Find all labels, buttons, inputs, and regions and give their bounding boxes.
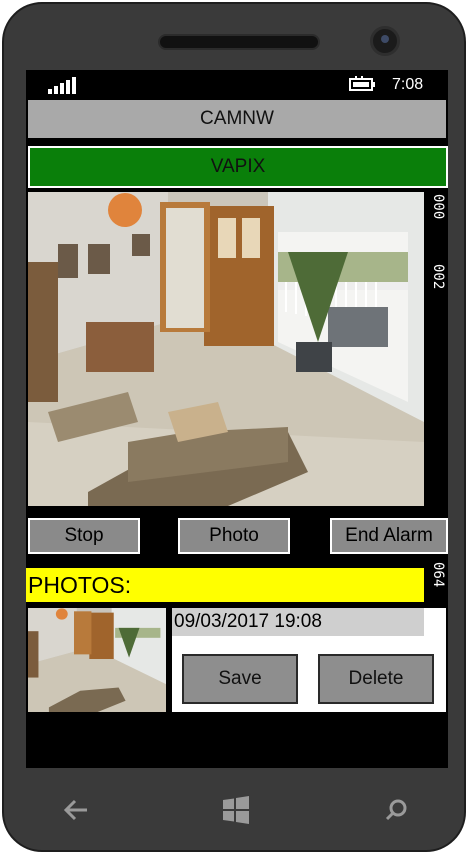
feed-tick-top: 000	[430, 194, 446, 220]
stop-button[interactable]: Stop	[28, 518, 140, 554]
photo-button[interactable]: Photo	[178, 518, 290, 554]
feed-side-ticks: 000 002	[426, 194, 446, 318]
phone-frame: 7:08 CAMNW VAPIX 000 002 Stop Photo End …	[2, 2, 466, 852]
earpiece-speaker	[158, 34, 320, 50]
control-tick-top: 064	[430, 562, 446, 588]
camera-feed[interactable]	[28, 192, 424, 506]
delete-button[interactable]: Delete	[318, 654, 434, 704]
battery-charging-icon	[348, 76, 378, 92]
front-camera	[370, 26, 400, 56]
feed-tick-bottom: 002	[430, 264, 446, 290]
photo-timestamp: 09/03/2017 19:08	[172, 608, 424, 636]
windows-start-icon[interactable]	[216, 790, 256, 830]
signal-strength-icon	[48, 76, 78, 94]
system-nav-bar	[6, 768, 466, 852]
app-screen: 7:08 CAMNW VAPIX 000 002 Stop Photo End …	[26, 70, 448, 768]
end-alarm-button[interactable]: End Alarm	[330, 518, 448, 554]
photo-thumbnail[interactable]	[28, 608, 166, 712]
status-bar: 7:08	[26, 70, 448, 100]
camera-name-bar[interactable]: CAMNW	[28, 100, 446, 138]
status-time: 7:08	[392, 76, 424, 93]
search-icon[interactable]	[376, 790, 416, 830]
photo-detail-panel: 09/03/2017 19:08 Save Delete	[172, 608, 446, 712]
photos-section-label: PHOTOS:	[26, 568, 424, 602]
protocol-bar[interactable]: VAPIX	[28, 146, 448, 188]
back-arrow-icon[interactable]	[56, 790, 96, 830]
save-button[interactable]: Save	[182, 654, 298, 704]
